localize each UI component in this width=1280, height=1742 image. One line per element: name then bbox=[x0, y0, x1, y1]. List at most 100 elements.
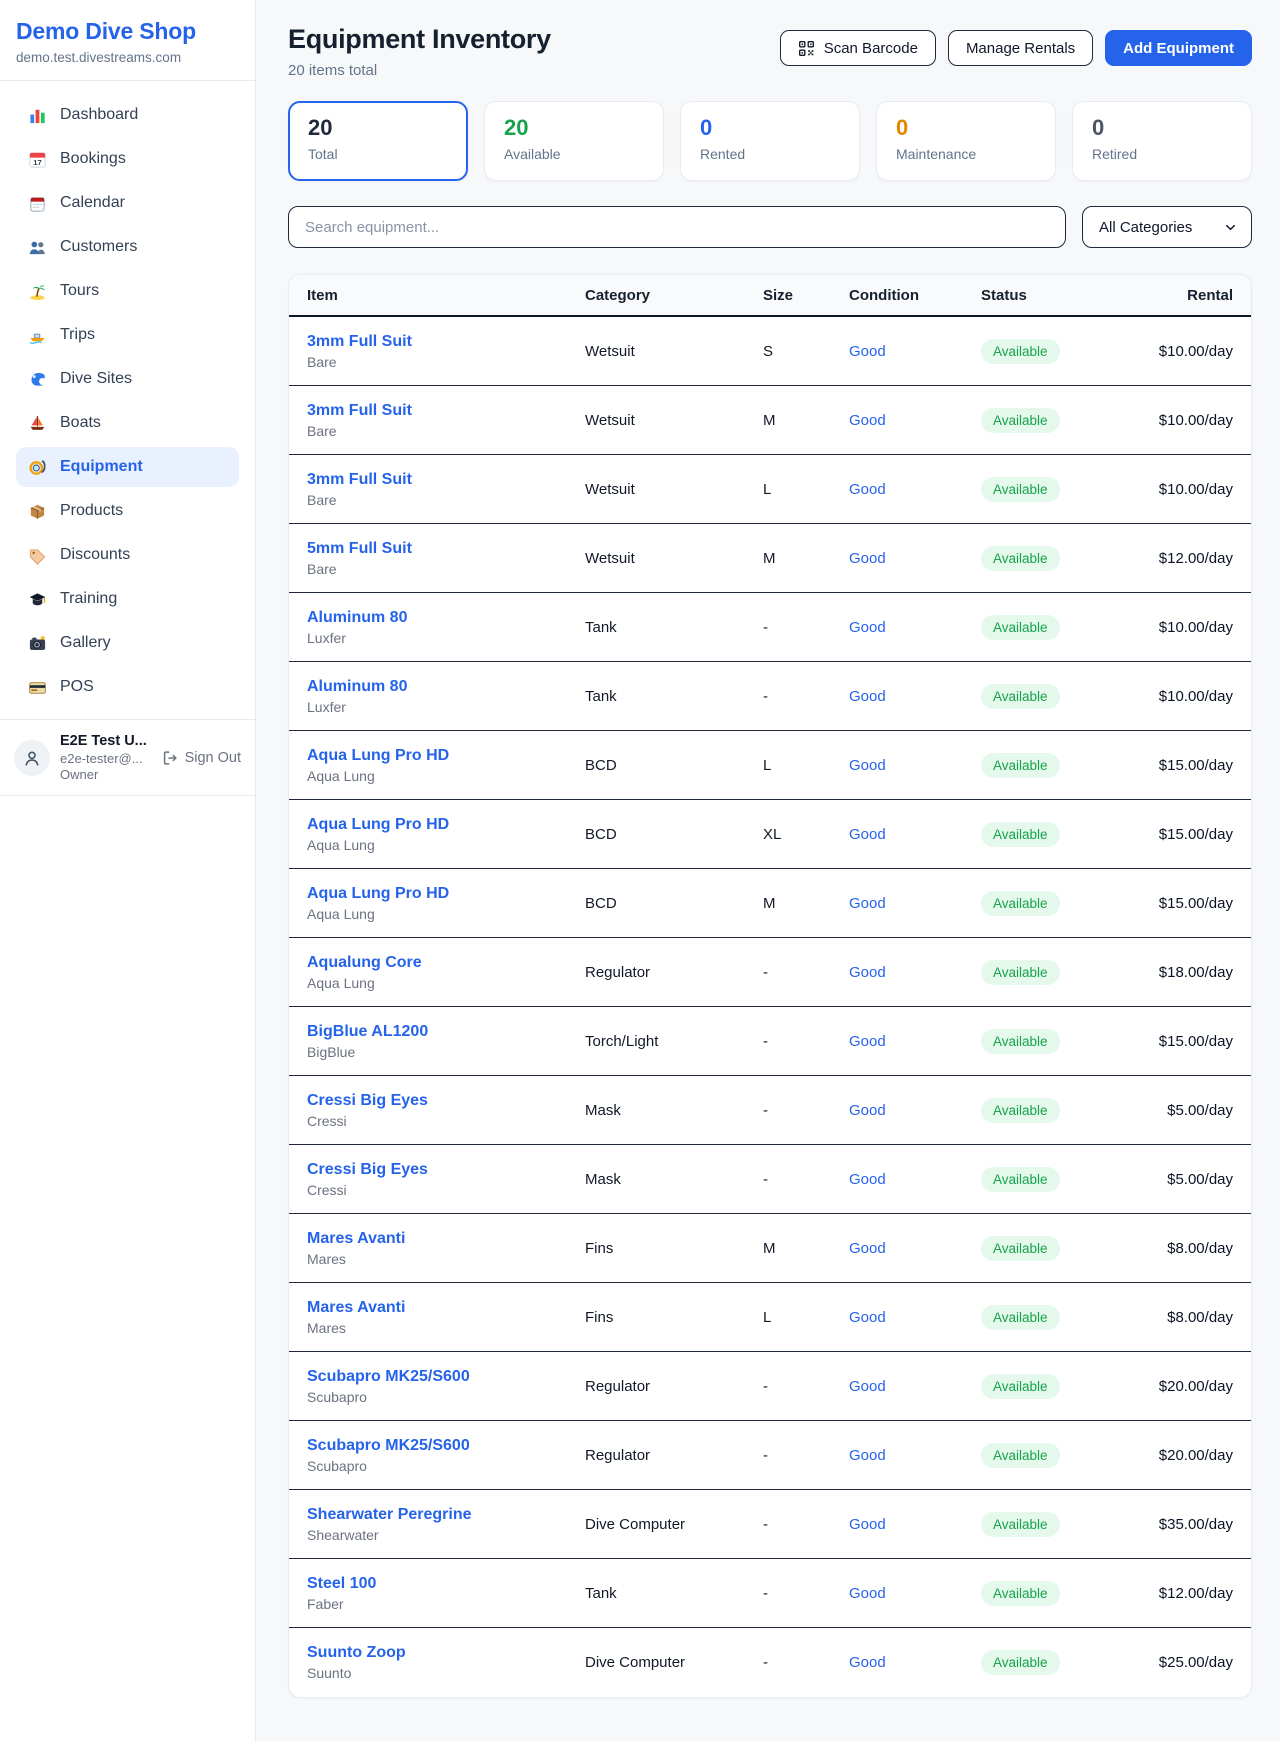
sidebar-item-discounts[interactable]: Discounts bbox=[16, 535, 239, 575]
item-condition-link[interactable]: Good bbox=[849, 412, 981, 429]
sidebar-item-dashboard[interactable]: Dashboard bbox=[16, 95, 239, 135]
item-size: - bbox=[763, 1516, 849, 1533]
item-rental-rate: $8.00/day bbox=[1136, 1309, 1233, 1326]
item-brand: BigBlue bbox=[307, 1044, 585, 1060]
sidebar-item-gallery[interactable]: Gallery bbox=[16, 623, 239, 663]
item-condition-link[interactable]: Good bbox=[849, 1240, 981, 1257]
item-condition-link[interactable]: Good bbox=[849, 1654, 981, 1671]
item-name-link[interactable]: 3mm Full Suit bbox=[307, 333, 585, 351]
item-name-link[interactable]: Shearwater Peregrine bbox=[307, 1506, 585, 1524]
table-row: 3mm Full Suit Bare Wetsuit S Good Availa… bbox=[289, 317, 1251, 386]
table-row: Aluminum 80 Luxfer Tank - Good Available… bbox=[289, 593, 1251, 662]
item-condition-link[interactable]: Good bbox=[849, 688, 981, 705]
table-row: Aqua Lung Pro HD Aqua Lung BCD XL Good A… bbox=[289, 800, 1251, 869]
item-name-link[interactable]: Aqua Lung Pro HD bbox=[307, 816, 585, 834]
stat-card-available[interactable]: 20 Available bbox=[484, 101, 664, 181]
status-badge: Available bbox=[981, 546, 1060, 571]
item-brand: Scubapro bbox=[307, 1389, 585, 1405]
item-cell: Aluminum 80 Luxfer bbox=[307, 609, 585, 646]
stat-card-rented[interactable]: 0 Rented bbox=[680, 101, 860, 181]
item-name-link[interactable]: Scubapro MK25/S600 bbox=[307, 1437, 585, 1455]
item-condition-link[interactable]: Good bbox=[849, 481, 981, 498]
item-condition-link[interactable]: Good bbox=[849, 1309, 981, 1326]
sidebar-item-pos[interactable]: POS bbox=[16, 667, 239, 707]
item-condition-link[interactable]: Good bbox=[849, 964, 981, 981]
item-condition-link[interactable]: Good bbox=[849, 757, 981, 774]
person-icon bbox=[22, 748, 42, 768]
item-name-link[interactable]: Mares Avanti bbox=[307, 1230, 585, 1248]
table-row: 5mm Full Suit Bare Wetsuit M Good Availa… bbox=[289, 524, 1251, 593]
sidebar-item-dive-sites[interactable]: Dive Sites bbox=[16, 359, 239, 399]
sidebar-item-equipment[interactable]: Equipment bbox=[16, 447, 239, 487]
stat-card-total[interactable]: 20 Total bbox=[288, 101, 468, 181]
item-name-link[interactable]: Scubapro MK25/S600 bbox=[307, 1368, 585, 1386]
add-equipment-button[interactable]: Add Equipment bbox=[1105, 30, 1252, 66]
item-condition-link[interactable]: Good bbox=[849, 619, 981, 636]
item-name-link[interactable]: 5mm Full Suit bbox=[307, 540, 585, 558]
sidebar-item-trips[interactable]: Trips bbox=[16, 315, 239, 355]
item-name-link[interactable]: BigBlue AL1200 bbox=[307, 1023, 585, 1041]
item-category: Wetsuit bbox=[585, 343, 763, 360]
manage-rentals-button[interactable]: Manage Rentals bbox=[948, 30, 1093, 66]
item-condition-link[interactable]: Good bbox=[849, 1102, 981, 1119]
col-header-item: Item bbox=[307, 287, 585, 304]
item-name-link[interactable]: Cressi Big Eyes bbox=[307, 1092, 585, 1110]
sidebar-item-customers[interactable]: Customers bbox=[16, 227, 239, 267]
item-name-link[interactable]: Aqua Lung Pro HD bbox=[307, 747, 585, 765]
col-header-rental: Rental bbox=[1136, 287, 1233, 304]
status-badge: Available bbox=[981, 339, 1060, 364]
sidebar-item-training[interactable]: Training bbox=[16, 579, 239, 619]
status-cell: Available bbox=[981, 684, 1136, 709]
stat-card-retired[interactable]: 0 Retired bbox=[1072, 101, 1252, 181]
item-name-link[interactable]: Aluminum 80 bbox=[307, 678, 585, 696]
status-cell: Available bbox=[981, 1236, 1136, 1261]
item-name-link[interactable]: Aqualung Core bbox=[307, 954, 585, 972]
item-brand: Aqua Lung bbox=[307, 837, 585, 853]
item-condition-link[interactable]: Good bbox=[849, 826, 981, 843]
item-condition-link[interactable]: Good bbox=[849, 550, 981, 567]
sidebar-item-boats[interactable]: Boats bbox=[16, 403, 239, 443]
stat-label-available: Available bbox=[504, 146, 644, 162]
category-select[interactable]: All Categories bbox=[1082, 206, 1252, 248]
sidebar-item-bookings[interactable]: 17 Bookings bbox=[16, 139, 239, 179]
item-condition-link[interactable]: Good bbox=[849, 1033, 981, 1050]
search-input[interactable] bbox=[288, 206, 1066, 248]
status-badge: Available bbox=[981, 408, 1060, 433]
item-condition-link[interactable]: Good bbox=[849, 895, 981, 912]
scan-barcode-button[interactable]: Scan Barcode bbox=[780, 30, 936, 66]
item-name-link[interactable]: Aluminum 80 bbox=[307, 609, 585, 627]
item-condition-link[interactable]: Good bbox=[849, 1447, 981, 1464]
item-brand: Shearwater bbox=[307, 1527, 585, 1543]
item-name-link[interactable]: Cressi Big Eyes bbox=[307, 1161, 585, 1179]
table-row: Steel 100 Faber Tank - Good Available $1… bbox=[289, 1559, 1251, 1628]
table-row: 3mm Full Suit Bare Wetsuit L Good Availa… bbox=[289, 455, 1251, 524]
scan-barcode-label: Scan Barcode bbox=[824, 40, 918, 57]
item-name-link[interactable]: Suunto Zoop bbox=[307, 1644, 585, 1662]
item-condition-link[interactable]: Good bbox=[849, 1585, 981, 1602]
stat-card-maintenance[interactable]: 0 Maintenance bbox=[876, 101, 1056, 181]
item-name-link[interactable]: Mares Avanti bbox=[307, 1299, 585, 1317]
sidebar-item-products[interactable]: Products bbox=[16, 491, 239, 531]
item-condition-link[interactable]: Good bbox=[849, 1516, 981, 1533]
status-cell: Available bbox=[981, 891, 1136, 916]
item-brand: Luxfer bbox=[307, 630, 585, 646]
item-name-link[interactable]: Steel 100 bbox=[307, 1575, 585, 1593]
item-cell: 3mm Full Suit Bare bbox=[307, 471, 585, 508]
main-content: Equipment Inventory 20 items total Scan … bbox=[256, 0, 1280, 1732]
item-name-link[interactable]: Aqua Lung Pro HD bbox=[307, 885, 585, 903]
item-condition-link[interactable]: Good bbox=[849, 1171, 981, 1188]
item-cell: Steel 100 Faber bbox=[307, 1575, 585, 1612]
sign-out-button[interactable]: Sign Out bbox=[161, 749, 241, 767]
item-size: M bbox=[763, 1240, 849, 1257]
chevron-down-icon bbox=[1223, 220, 1238, 235]
item-condition-link[interactable]: Good bbox=[849, 1378, 981, 1395]
sidebar-item-tours[interactable]: Tours bbox=[16, 271, 239, 311]
item-name-link[interactable]: 3mm Full Suit bbox=[307, 402, 585, 420]
col-header-status: Status bbox=[981, 287, 1136, 304]
col-header-size: Size bbox=[763, 287, 849, 304]
brand-name[interactable]: Demo Dive Shop bbox=[16, 18, 239, 45]
sidebar-item-calendar[interactable]: Calendar bbox=[16, 183, 239, 223]
item-size: L bbox=[763, 1309, 849, 1326]
item-condition-link[interactable]: Good bbox=[849, 343, 981, 360]
item-name-link[interactable]: 3mm Full Suit bbox=[307, 471, 585, 489]
